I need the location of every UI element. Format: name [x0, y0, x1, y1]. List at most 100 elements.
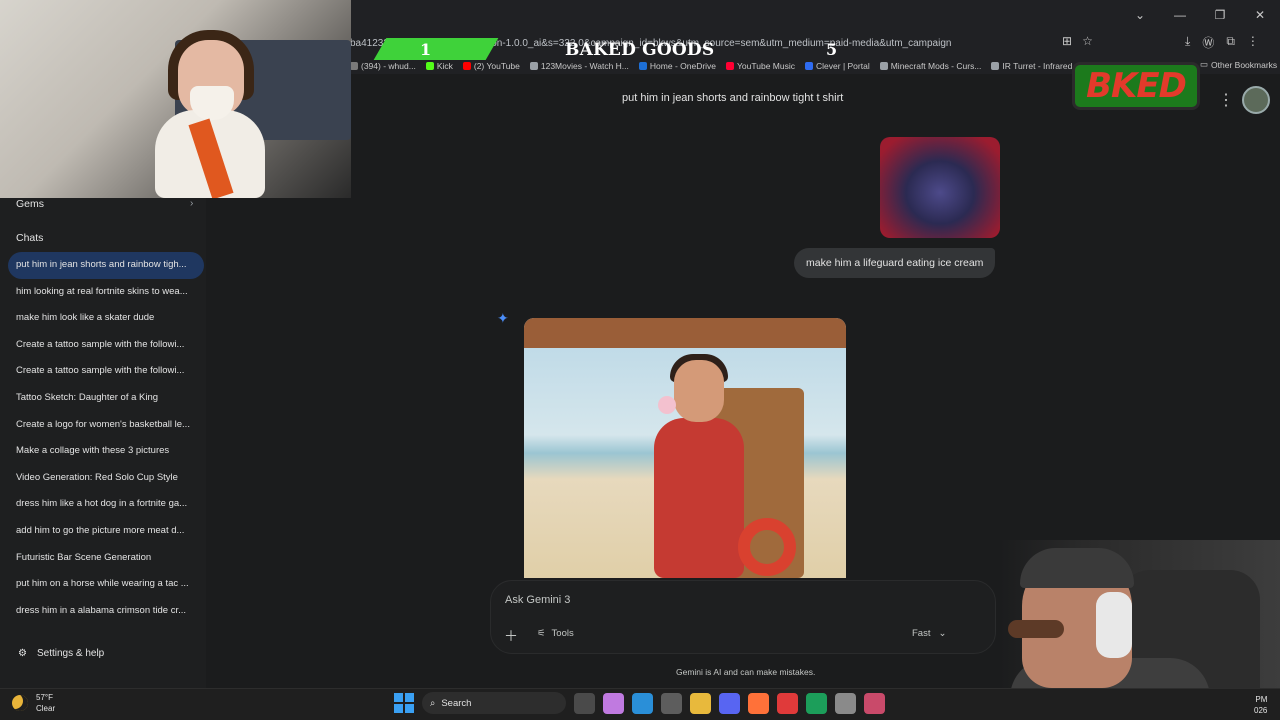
chat-item[interactable]: dress him like a hot dog in a fortnite g… — [8, 491, 204, 518]
bookmark-item[interactable]: Kick — [425, 61, 453, 71]
previous-prompt: put him in jean shorts and rainbow tight… — [622, 92, 844, 104]
bookmark-item[interactable]: (394) - whud... — [350, 61, 416, 71]
folder-icon: ▭ — [1200, 59, 1209, 69]
pinned-apps — [574, 692, 885, 714]
chat-item[interactable]: put him in jean shorts and rainbow tigh.… — [8, 252, 204, 279]
chevron-right-icon: › — [190, 198, 194, 209]
generated-image[interactable] — [524, 318, 846, 578]
bookmark-item[interactable]: YouTube Music — [726, 61, 795, 71]
store-icon[interactable] — [661, 692, 682, 714]
search-icon: ⌕ — [430, 697, 436, 709]
taskbar-search[interactable]: ⌕ Search — [422, 692, 566, 714]
window-controls: ⌄ — ❐ ✕ — [1120, 0, 1280, 30]
chat-item[interactable]: Video Generation: Red Solo Cup Style — [8, 465, 204, 492]
chat-item[interactable]: Create a tattoo sample with the followi.… — [8, 358, 204, 385]
chat-item[interactable]: Create a logo for women's basketball le.… — [8, 412, 204, 439]
extensions-icon[interactable]: ⧉ — [1226, 34, 1235, 51]
install-app-icon[interactable]: ⊞ — [1062, 34, 1072, 48]
chat-item[interactable]: Create a tattoo sample with the followi.… — [8, 332, 204, 359]
chat-list: put him in jean shorts and rainbow tigh.… — [8, 252, 204, 624]
user-message-bubble: make him a lifeguard eating ice cream — [794, 248, 996, 278]
chat-item[interactable]: Make a collage with these 3 pictures — [8, 438, 204, 465]
bookmark-favicon-icon — [425, 62, 434, 70]
chat-item[interactable]: Tattoo Sketch: Daughter of a King — [8, 385, 204, 412]
windows-start-icon[interactable] — [394, 693, 414, 713]
bookmark-item[interactable]: Home - OneDrive — [638, 61, 716, 71]
bookmark-item[interactable]: Minecraft Mods - Curs... — [879, 61, 981, 71]
restore-icon[interactable]: ❐ — [1200, 0, 1240, 30]
menu-kebab-icon[interactable]: ⋮ — [1247, 34, 1259, 51]
bookmark-item[interactable]: (2) YouTube — [462, 61, 520, 71]
download-icon[interactable]: ⤓ — [1185, 34, 1190, 51]
settings-icon[interactable] — [835, 692, 856, 714]
chat-item[interactable]: Futuristic Bar Scene Generation — [8, 545, 204, 572]
prompt-input-box[interactable] — [490, 580, 996, 654]
add-attachment-icon[interactable]: ＋ — [504, 626, 518, 646]
chat-item[interactable]: him looking at real fortnite skins to we… — [8, 279, 204, 306]
facecam-overlay — [1000, 540, 1280, 688]
overlay-title: BAKED GOODS — [565, 40, 715, 60]
firefox-icon[interactable] — [748, 692, 769, 714]
tab-list-chevron-icon[interactable]: ⌄ — [1120, 0, 1160, 30]
bookmark-favicon-icon — [991, 62, 1000, 70]
chat-item[interactable]: make him look like a skater dude — [8, 305, 204, 332]
snipping-tool-icon[interactable] — [864, 692, 885, 714]
webcam-overlay — [0, 0, 351, 198]
minimize-icon[interactable]: — — [1160, 0, 1200, 30]
bookmark-favicon-icon — [726, 62, 735, 70]
discord-icon[interactable] — [719, 692, 740, 714]
tools-button[interactable]: ⚟ Tools — [537, 628, 574, 639]
image-canopy — [524, 318, 846, 348]
chat-item[interactable]: add him to go the picture more meat d... — [8, 518, 204, 545]
overlay-logo: BKED — [1072, 62, 1200, 110]
headphone-cup — [1096, 592, 1132, 658]
image-life-ring — [738, 518, 796, 576]
profile-w-icon[interactable]: Ⓦ — [1202, 34, 1214, 51]
image-ice-cream — [658, 396, 676, 414]
uploaded-photo[interactable] — [880, 137, 1000, 238]
close-icon[interactable]: ✕ — [1240, 0, 1280, 30]
copilot-icon[interactable] — [603, 692, 624, 714]
image-lifeguard-body — [654, 418, 744, 578]
chevron-down-icon: ⌄ — [938, 628, 947, 639]
app-menu-icon[interactable]: ⋮ — [1218, 90, 1234, 110]
media-player-icon[interactable] — [777, 692, 798, 714]
chat-item[interactable]: dress him in a alabama crimson tide cr..… — [8, 598, 204, 625]
weather-widget[interactable]: 57°F Clear — [12, 692, 55, 714]
prompt-input-placeholder[interactable]: Ask Gemini 3 — [505, 594, 570, 606]
bookmark-item[interactable]: 123Movies - Watch H... — [529, 61, 629, 71]
bookmark-favicon-icon — [638, 62, 647, 70]
xbox-icon[interactable] — [806, 692, 827, 714]
gemini-spark-icon: ✦ — [497, 310, 509, 326]
bookmark-favicon-icon — [350, 62, 358, 70]
other-bookmarks[interactable]: ▭ Other Bookmarks — [1200, 59, 1277, 70]
task-view-icon[interactable] — [574, 692, 595, 714]
edge-icon[interactable] — [632, 692, 653, 714]
model-mode-select[interactable]: Fast ⌄ — [912, 628, 946, 639]
system-clock[interactable]: PM 026 — [1254, 694, 1267, 716]
streamer-mustache — [1008, 620, 1064, 638]
chat-item[interactable]: put him on a horse while wearing a tac .… — [8, 571, 204, 598]
overlay-green-banner — [373, 38, 499, 60]
avatar[interactable] — [1242, 86, 1270, 114]
chats-heading: Chats — [16, 232, 44, 244]
disclaimer-text: Gemini is AI and can make mistakes. — [676, 667, 816, 677]
bookmark-favicon-icon — [879, 62, 888, 70]
overlay-left-number: 1 — [420, 40, 432, 59]
weather-condition: Clear — [36, 704, 56, 713]
gear-icon: ⚙ — [18, 648, 27, 659]
file-explorer-icon[interactable] — [690, 692, 711, 714]
weather-temperature: 57°F — [36, 693, 53, 702]
gems-link[interactable]: Gems — [16, 198, 44, 210]
sliders-icon: ⚟ — [537, 628, 546, 639]
bookmark-favicon-icon — [462, 62, 471, 70]
headphone-band — [1020, 548, 1134, 588]
image-lifeguard-head — [674, 360, 724, 422]
settings-help-button[interactable]: ⚙ Settings & help — [18, 648, 104, 659]
toolbar-actions: ⤓ Ⓦ ⧉ ⋮ — [1185, 34, 1259, 51]
overlay-right-number: 5 — [826, 40, 838, 59]
moon-icon — [12, 695, 28, 711]
bookmark-star-icon[interactable]: ☆ — [1082, 34, 1093, 48]
bookmark-item[interactable]: Clever | Portal — [805, 61, 870, 71]
bookmark-favicon-icon — [529, 62, 538, 70]
